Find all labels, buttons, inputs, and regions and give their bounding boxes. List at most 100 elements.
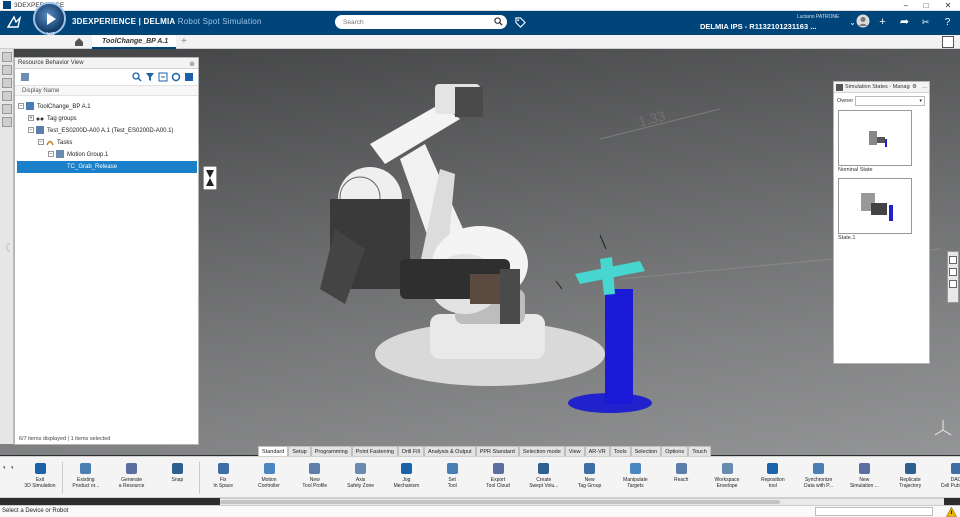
tree-item-motion-group[interactable]: − Motion Group.1 [48,149,108,161]
reach-button[interactable]: Reach [659,460,703,496]
jog-mechanism-button[interactable]: Jog Mechanism [384,460,428,496]
brand-title: 3DEXPERIENCE | DELMIA Robot Spot Simulat… [72,17,262,26]
command-input[interactable] [815,507,933,516]
action-tab-ppr-standard[interactable]: PPR Standard [475,446,519,456]
warning-icon[interactable] [946,507,957,517]
tree-item-tc-grab-release[interactable]: TC_Grab_Release [17,161,197,173]
export-tool-cloud-button[interactable]: Export Tool Cloud [476,460,520,496]
export-tool-cloud-icon [492,463,504,474]
add-tab-button[interactable]: + [181,35,187,49]
column-header-display-name[interactable]: Display Name [15,85,198,96]
minimize-button[interactable]: – [896,0,916,11]
motion-controller-button[interactable]: Motion Controller [247,460,291,496]
search-icon[interactable] [132,72,142,82]
reposition-tool-button[interactable]: Reposition tool [751,460,795,496]
tag-group-button[interactable]: New Tag Group [568,460,612,496]
expand-all-icon[interactable] [158,72,168,82]
gear-icon[interactable] [171,72,181,82]
manipulate-targets-button[interactable]: Manipulate Targets [613,460,657,496]
replicate-trajectory-button[interactable]: Replicate Trajectory [888,460,932,496]
state-card-state1[interactable] [838,178,912,234]
owner-select[interactable]: ▾ [855,96,925,106]
layout-icon[interactable] [184,72,194,82]
dao-cell-button[interactable]: DAO Cell Publica... [934,460,960,496]
command-label: Workspace Envelope [714,477,740,489]
axis-compass-icon[interactable] [933,418,953,438]
exit-button[interactable]: Exit 3D Simulation [18,460,62,496]
action-tab-options[interactable]: Options [661,446,689,456]
ds-logo-icon[interactable] [6,15,22,32]
action-tab-programming[interactable]: Programming [310,446,352,456]
tree-item-robot[interactable]: − Test_ES0200D-A00 A.1 (Test_ES0200D-A00.… [28,125,173,137]
new-simulation-button[interactable]: New Simulation ... [842,460,886,496]
compass-widget[interactable]: V.R [33,2,66,38]
tab-bar: ToolChange_BP A.1 + [0,35,960,49]
render-icon[interactable] [949,280,957,288]
avatar[interactable] [856,14,870,28]
properties-icon[interactable] [2,78,12,88]
action-tab-tools[interactable]: Tools [609,446,631,456]
close-window-button[interactable]: ✕ [938,0,958,11]
existing-product-button[interactable]: Existing Product or... [64,460,108,496]
action-bar-tabs: Standard Setup Programming Point Fastening D… [258,446,711,456]
filter-icon[interactable] [145,72,155,82]
scrollbar-thumb[interactable] [220,500,780,504]
workspace-envelope-button[interactable]: Workspace Envelope [705,460,749,496]
tree-toggle-icon[interactable] [2,52,12,62]
action-tab-setup[interactable]: Setup [288,446,311,456]
share-icon[interactable]: ➦ [898,16,911,29]
fix-in-space-button[interactable]: Fix In Space [201,460,245,496]
play-icon[interactable] [47,13,56,25]
camera-icon [836,84,843,91]
search-icon[interactable] [494,17,503,26]
more-options-icon[interactable]: … [922,82,928,92]
filter-icon[interactable] [2,91,12,101]
display-icon[interactable] [949,268,957,276]
action-tab-point-fastening[interactable]: Point Fastening [351,446,398,456]
tools-icon[interactable]: ✂ [919,16,932,29]
view-icon[interactable] [949,256,957,264]
collapse-toggle-icon[interactable]: − [18,103,24,110]
collapse-toggle-icon[interactable]: − [48,151,54,158]
state-card-nominal[interactable] [838,110,912,166]
tree-item-tag-groups[interactable]: + Tag groups [28,113,77,125]
swept-volume-button[interactable]: Create Swept Volu... [522,460,566,496]
generate-resource-button[interactable]: Generate a Resource [110,460,154,496]
home-icon[interactable] [74,37,84,47]
chevron-down-icon[interactable]: ▾ [3,465,6,471]
fullscreen-icon[interactable] [942,36,954,48]
action-tab-analysis-output[interactable]: Analysis & Output [423,446,476,456]
action-tab-selection[interactable]: Selection [630,446,662,456]
axis-safety-zone-button[interactable]: Axis Safety Zone [339,460,383,496]
set-tool-button[interactable]: Set Tool [430,460,474,496]
tree-item-root[interactable]: − ToolChange_BP A.1 [18,101,91,113]
action-tab-drill-fill[interactable]: Drill Fill [397,446,424,456]
maximize-button[interactable]: □ [916,0,936,11]
tree-root-icon[interactable] [20,72,30,82]
tag-icon[interactable] [515,17,526,28]
help-icon[interactable]: ? [941,16,954,29]
add-icon[interactable]: + [876,16,889,29]
collapse-left-icon[interactable]: ❮ [4,242,12,253]
action-tab-view[interactable]: View [564,446,585,456]
action-tab-selection-mode[interactable]: Selection mode [518,446,565,456]
action-tab-ar-vr[interactable]: AR-VR [584,446,610,456]
layers-icon[interactable] [2,65,12,75]
tree-item-tasks[interactable]: − Tasks [38,137,72,149]
action-bar-scrollbar[interactable] [220,498,944,505]
gear-icon[interactable]: ⚙ [910,82,919,92]
collab-space-selector[interactable]: DELMIA IPS - R1132101231163 ... [700,22,816,31]
action-tab-standard[interactable]: Standard [258,446,289,456]
action-tab-touch[interactable]: Touch [688,446,711,456]
expand-toggle-icon[interactable]: + [28,115,34,122]
chevron-down-icon[interactable]: ▾ [11,465,14,471]
synchronize-button[interactable]: Synchronize Data with P... [797,460,841,496]
resource-view-icon[interactable] [2,117,12,127]
snap-button[interactable]: Snap [155,460,199,496]
collapse-toggle-icon[interactable]: − [38,139,44,146]
tool-profile-button[interactable]: New Tool Profile [293,460,337,496]
search-input[interactable] [335,15,507,29]
settings-icon[interactable] [2,104,12,114]
tab-toolchange[interactable]: ToolChange_BP A.1 [92,35,176,49]
collapse-toggle-icon[interactable]: − [28,127,34,134]
